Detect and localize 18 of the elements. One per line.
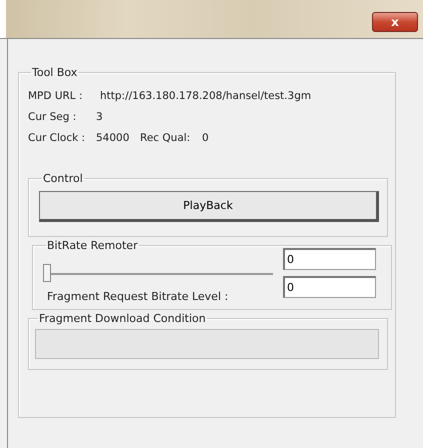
- field-label: Cur Clock :: [28, 132, 86, 144]
- field-label: Rec Qual:: [140, 132, 192, 144]
- group-title: Fragment Download Condition: [38, 312, 207, 325]
- field-value: 54000: [96, 132, 130, 144]
- input-field[interactable]: 0: [283, 248, 376, 270]
- close-button[interactable]: x: [372, 12, 418, 32]
- field-label: MPD URL :: [28, 90, 84, 102]
- input-field[interactable]: 0: [283, 276, 376, 298]
- field-value: 3: [96, 110, 103, 122]
- group-title: Tool Box: [31, 66, 78, 79]
- group-title: BitRate Remoter: [46, 239, 139, 252]
- field-label: Cur Seg :: [28, 110, 78, 122]
- bitrate-slider[interactable]: [43, 262, 273, 284]
- field-value: 0: [202, 132, 209, 144]
- playback-button[interactable]: PlayBack: [39, 191, 379, 222]
- field-label: Fragment Request Bitrate Level :: [47, 290, 230, 303]
- group-title: Control: [42, 172, 84, 185]
- field-value: http://163.180.178.208/hansel/test.3gm: [100, 90, 312, 102]
